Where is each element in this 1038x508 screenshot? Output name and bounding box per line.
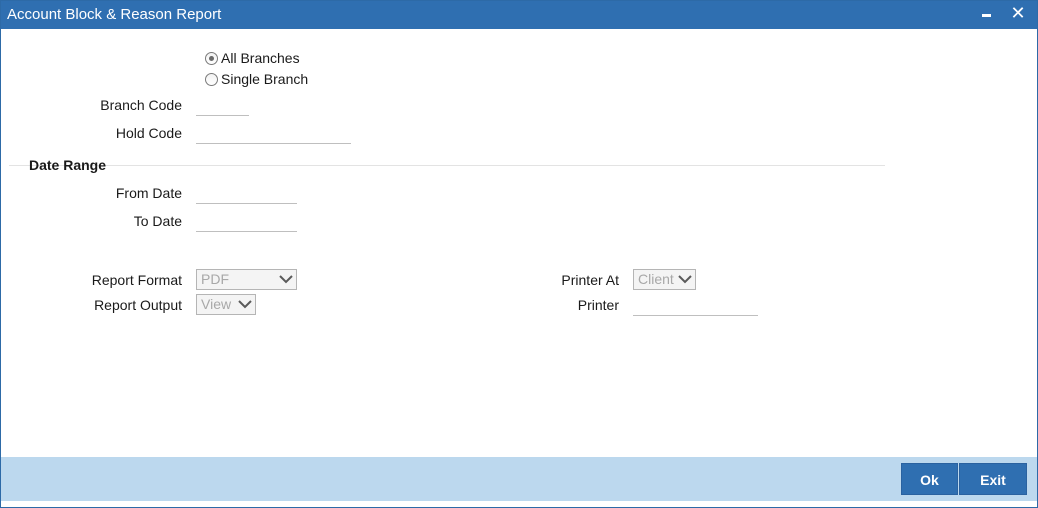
close-icon[interactable]: ✕	[1009, 3, 1027, 23]
printer-at-value: Client	[638, 271, 674, 287]
radio-single-branch-label: Single Branch	[221, 71, 309, 87]
title-bar: Account Block & Reason Report ✕	[1, 1, 1037, 29]
from-date-label: From Date	[115, 185, 182, 201]
radio-all-branches[interactable]: All Branches	[205, 50, 300, 66]
printer-at-label: Printer At	[561, 272, 619, 288]
printer-at-select[interactable]: Client	[633, 269, 696, 290]
printer-label: Printer	[577, 297, 619, 313]
hold-code-label: Hold Code	[115, 125, 182, 141]
report-output-label: Report Output	[94, 297, 182, 313]
exit-button[interactable]: Exit	[959, 463, 1027, 495]
chevron-down-icon	[279, 275, 293, 284]
chevron-down-icon	[238, 300, 252, 309]
report-format-value: PDF	[201, 271, 229, 287]
report-window: Account Block & Reason Report ✕ All Bran…	[0, 0, 1038, 508]
to-date-label: To Date	[133, 213, 182, 229]
branch-code-input[interactable]	[196, 94, 249, 116]
ok-button[interactable]: Ok	[901, 463, 958, 495]
date-range-heading: Date Range	[29, 157, 107, 173]
hold-code-input[interactable]	[196, 122, 351, 144]
radio-all-branches-label: All Branches	[221, 50, 300, 66]
report-format-select[interactable]: PDF	[196, 269, 297, 290]
report-output-value: View	[201, 296, 232, 312]
radio-unchecked-icon[interactable]	[205, 72, 218, 86]
to-date-input[interactable]	[196, 210, 297, 232]
report-format-label: Report Format	[91, 272, 182, 288]
branch-code-label: Branch Code	[100, 97, 182, 113]
report-output-select[interactable]: View	[196, 294, 256, 315]
footer-bar	[1, 457, 1037, 501]
window-title: Account Block & Reason Report	[7, 6, 222, 23]
section-divider	[9, 165, 885, 166]
radio-checked-icon[interactable]	[205, 51, 218, 65]
from-date-input[interactable]	[196, 182, 297, 204]
radio-single-branch[interactable]: Single Branch	[205, 71, 308, 87]
printer-input[interactable]	[633, 294, 758, 316]
chevron-down-icon	[678, 275, 692, 284]
